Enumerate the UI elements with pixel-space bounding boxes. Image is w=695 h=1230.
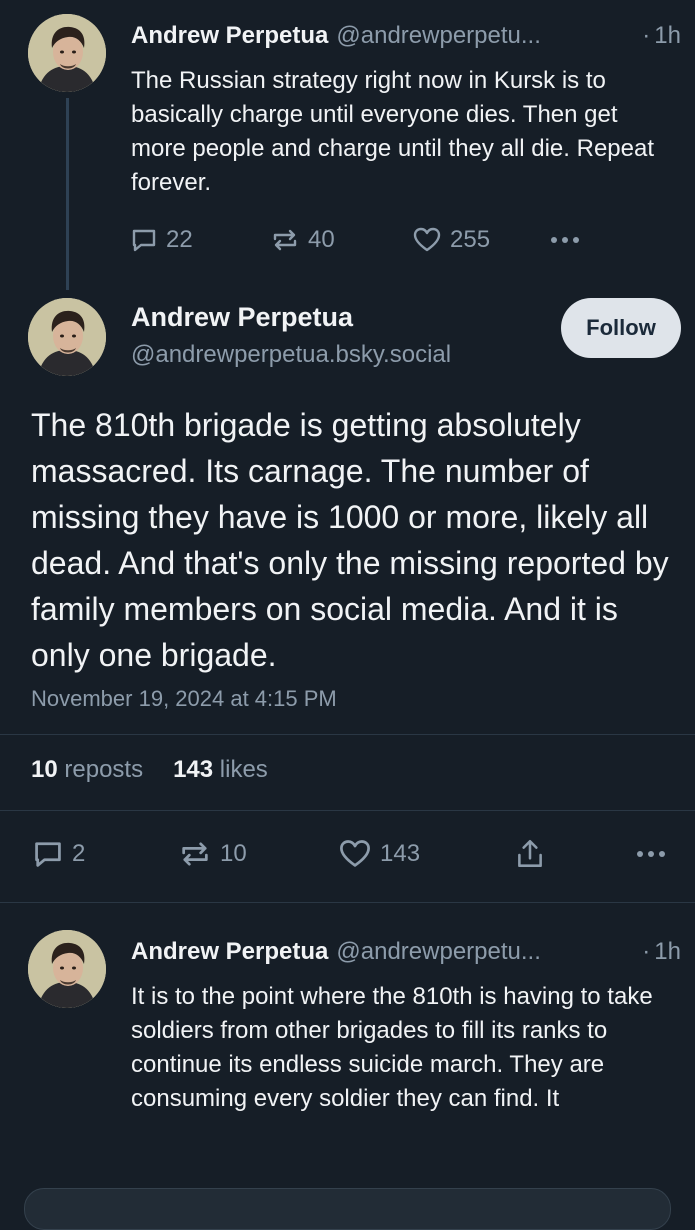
repost-button[interactable]: 10 xyxy=(178,838,247,870)
heart-icon xyxy=(338,838,372,870)
author-handle[interactable]: @andrewperpetu... xyxy=(336,22,632,50)
repost-icon xyxy=(270,226,300,254)
thread-line xyxy=(66,98,69,290)
post-time[interactable]: 1h xyxy=(654,938,681,966)
engagement-stats: 10 reposts 143 likes xyxy=(31,756,268,784)
like-count: 255 xyxy=(450,226,491,253)
post-time[interactable]: 1h xyxy=(654,22,681,50)
follow-button[interactable]: Follow xyxy=(561,298,681,358)
reply-button[interactable]: 2 xyxy=(32,838,85,870)
reply-below-text: It is to the point where the 810th is ha… xyxy=(131,983,653,1112)
more-icon xyxy=(636,849,666,859)
author-name[interactable]: Andrew Perpetua xyxy=(131,938,328,966)
like-count: 143 xyxy=(380,840,421,867)
like-button[interactable]: 255 xyxy=(412,226,490,254)
likes-stat[interactable]: 143 likes xyxy=(173,756,268,783)
author-handle[interactable]: @andrewperpetua.bsky.social xyxy=(131,341,451,369)
more-button[interactable] xyxy=(550,235,580,245)
reply-below-header: Andrew Perpetua @andrewperpetu... · 1h xyxy=(131,938,681,966)
like-button[interactable]: 143 xyxy=(338,838,420,870)
reply-above-actions: 22 40 255 xyxy=(130,220,675,260)
main-post-actions: 2 10 143 xyxy=(32,834,675,874)
divider xyxy=(0,902,695,903)
avatar-reply-above[interactable] xyxy=(28,14,106,92)
author-handle[interactable]: @andrewperpetu... xyxy=(336,938,632,966)
main-post-text: The 810th brigade is getting absolutely … xyxy=(31,407,669,673)
reply-icon xyxy=(130,226,158,254)
avatar-reply-below[interactable] xyxy=(28,930,106,1008)
reply-count: 2 xyxy=(72,840,86,867)
heart-icon xyxy=(412,226,442,254)
reposts-label: reposts xyxy=(64,756,144,783)
bottom-composer-bar[interactable] xyxy=(24,1188,671,1230)
reposts-count: 10 xyxy=(31,756,58,783)
share-button[interactable] xyxy=(514,837,546,871)
post-date[interactable]: November 19, 2024 at 4:15 PM xyxy=(31,686,337,712)
reply-above-header: Andrew Perpetua @andrewperpetu... · 1h xyxy=(131,22,681,50)
author-name[interactable]: Andrew Perpetua xyxy=(131,302,353,333)
likes-count: 143 xyxy=(173,756,214,783)
reply-count: 22 xyxy=(166,226,193,253)
divider xyxy=(0,810,695,811)
separator-dot: · xyxy=(642,938,651,965)
repost-count: 40 xyxy=(308,226,335,253)
separator-dot: · xyxy=(642,22,651,49)
more-button[interactable] xyxy=(636,849,666,859)
repost-count: 10 xyxy=(220,840,247,867)
divider xyxy=(0,734,695,735)
author-name[interactable]: Andrew Perpetua xyxy=(131,22,328,50)
more-icon xyxy=(550,235,580,245)
repost-button[interactable]: 40 xyxy=(270,226,335,254)
reply-button[interactable]: 22 xyxy=(130,226,193,254)
reply-icon xyxy=(32,838,64,870)
avatar-main-post[interactable] xyxy=(28,298,106,376)
likes-label: likes xyxy=(219,756,268,783)
share-icon xyxy=(514,837,546,871)
repost-icon xyxy=(178,838,212,870)
reply-above-text: The Russian strategy right now in Kursk … xyxy=(131,67,655,196)
reposts-stat[interactable]: 10 reposts xyxy=(31,756,143,783)
